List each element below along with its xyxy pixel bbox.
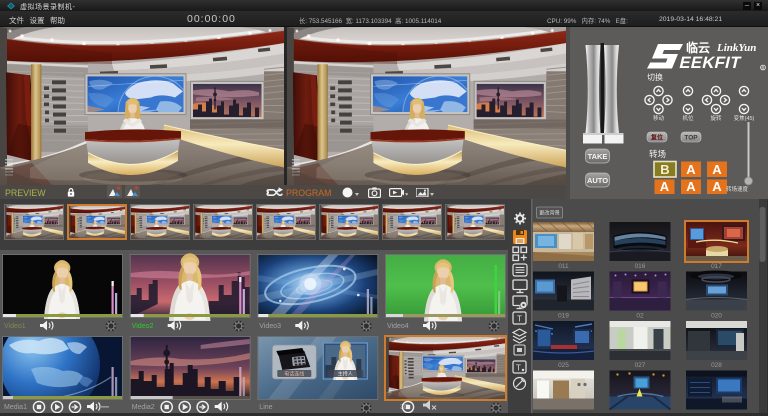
svg-text:电话连线: 电话连线 [284,371,304,378]
svg-text:转场: 转场 [649,149,666,159]
svg-text:TAKE: TAKE [588,152,608,161]
svg-text:Line: Line [259,404,272,411]
svg-text:027: 027 [635,362,646,369]
svg-text:机位: 机位 [682,114,694,122]
svg-text:变焦(45): 变焦(45) [734,114,755,122]
svg-text:EEKFIT: EEKFIT [678,53,744,72]
svg-text:019: 019 [558,313,569,320]
svg-text:主持人: 主持人 [338,371,353,378]
svg-text:TOP: TOP [684,135,698,142]
svg-text:Video4: Video4 [387,323,409,330]
svg-text:LinkYun: LinkYun [716,42,756,54]
svg-text:02: 02 [636,313,644,320]
svg-text:011: 011 [558,263,569,270]
svg-text:T: T [516,364,521,373]
svg-text:017: 017 [711,263,722,270]
svg-text:A: A [686,162,696,177]
svg-text:016: 016 [635,263,646,270]
svg-text:B: B [660,162,669,177]
svg-text:AUTO: AUTO [587,176,608,185]
svg-text:Video2: Video2 [132,323,154,330]
svg-text:025: 025 [558,362,569,369]
svg-text:Video1: Video1 [4,323,26,330]
svg-text:切换: 切换 [647,72,663,82]
svg-text:A: A [712,179,722,194]
svg-text:R: R [761,65,764,70]
svg-text:旋转: 旋转 [710,114,722,122]
svg-text:028: 028 [711,362,722,369]
svg-text:A: A [686,179,696,194]
svg-text:T: T [517,315,522,324]
svg-text:A: A [712,162,722,177]
svg-text:移动: 移动 [653,114,665,122]
svg-text:Media1: Media1 [4,404,27,411]
svg-text:Video3: Video3 [259,323,281,330]
svg-text:Media2: Media2 [132,404,155,411]
svg-text:020: 020 [711,313,722,320]
svg-text:转场速度: 转场速度 [726,185,749,193]
svg-text:复位: 复位 [650,134,663,142]
svg-text:A: A [660,179,670,194]
svg-text:更改背景: 更改背景 [539,209,560,217]
